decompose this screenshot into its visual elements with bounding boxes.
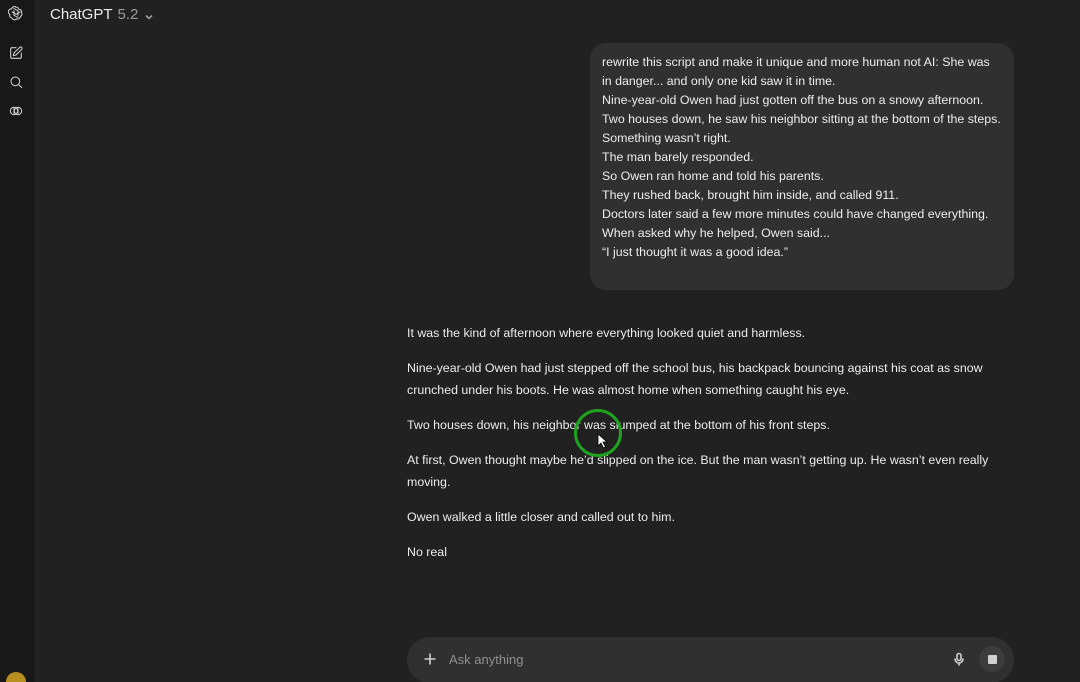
- stop-generating-button[interactable]: [979, 646, 1005, 672]
- user-message-line: Doctors later said a few more minutes co…: [602, 207, 989, 221]
- model-version: 5.2: [117, 5, 139, 23]
- user-message-line: The man barely responded.: [602, 150, 754, 164]
- user-message-line: They rushed back, brought him inside, an…: [602, 188, 899, 202]
- composer: [407, 637, 1014, 682]
- plus-icon: [424, 653, 436, 665]
- assistant-paragraph: It was the kind of afternoon where every…: [407, 326, 806, 340]
- user-message-line: When asked why he helped, Owen said...: [602, 226, 830, 240]
- assistant-paragraph: Two houses down, his neighbor was slumpe…: [407, 418, 830, 432]
- assistant-paragraph: Nine-year-old Owen had just stepped off …: [407, 361, 983, 397]
- stop-icon: [987, 654, 997, 664]
- user-message-line: “I just thought it was a good idea.”: [602, 245, 788, 259]
- app-title: ChatGPT: [50, 5, 113, 23]
- user-message-bubble: rewrite this script and make it unique a…: [590, 43, 1014, 290]
- add-attachment-button[interactable]: [421, 650, 439, 668]
- user-message-line: Two houses down, he saw his neighbor sit…: [602, 112, 1001, 126]
- microphone-icon: [954, 652, 964, 666]
- assistant-paragraph: At first, Owen thought maybe he’d slippe…: [407, 453, 989, 489]
- assistant-paragraph: No real: [407, 545, 447, 559]
- prompt-input[interactable]: [449, 649, 929, 669]
- user-message-line: rewrite this script and make it unique a…: [602, 55, 990, 88]
- avatar[interactable]: [6, 672, 26, 682]
- search-icon[interactable]: [5, 71, 27, 93]
- library-icon[interactable]: [5, 100, 27, 122]
- model-selector[interactable]: ChatGPT 5.2: [50, 0, 154, 28]
- sidebar-rail: [0, 0, 36, 682]
- user-message-line: So Owen ran home and told his parents.: [602, 169, 824, 183]
- chevron-down-icon: [144, 9, 154, 20]
- user-message-line: Something wasn’t right.: [602, 131, 731, 145]
- assistant-paragraph: Owen walked a little closer and called o…: [407, 510, 675, 524]
- openai-logo-icon[interactable]: [5, 2, 27, 24]
- assistant-message: It was the kind of afternoon where every…: [407, 322, 1017, 576]
- new-chat-icon[interactable]: [5, 42, 27, 64]
- dictate-button[interactable]: [950, 650, 968, 668]
- user-message-line: Nine-year-old Owen had just gotten off t…: [602, 93, 984, 107]
